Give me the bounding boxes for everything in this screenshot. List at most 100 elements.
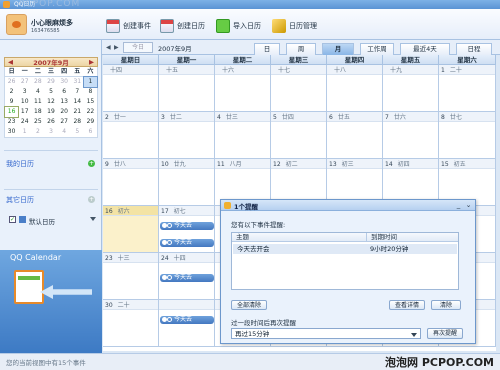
mini-calendar-day[interactable]: 3 [44, 127, 57, 137]
view-detail-button[interactable]: 查看详情 [389, 300, 425, 310]
mini-calendar-day[interactable]: 13 [58, 97, 71, 107]
tab-day[interactable]: 日 [254, 43, 280, 55]
mini-calendar-day[interactable]: 17 [18, 107, 31, 117]
my-calendars-heading[interactable]: 我的日历 [6, 159, 34, 169]
day-cell[interactable]: 9 廿八 [103, 159, 159, 206]
event-bar[interactable]: 今天去 [160, 222, 214, 230]
next-month-icon[interactable]: ▶ [89, 58, 94, 66]
mini-calendar-day[interactable]: 15 [84, 97, 97, 107]
day-cell[interactable]: 23 十三 [103, 253, 159, 300]
mini-calendar-day[interactable]: 24 [18, 117, 31, 127]
prev-period-icon[interactable]: ◀ [106, 44, 111, 51]
snooze-button[interactable]: 再次提醒 [427, 328, 463, 339]
dismiss-button[interactable]: 清除 [431, 300, 461, 310]
tab-month[interactable]: 月 [322, 43, 354, 55]
prev-month-icon[interactable]: ◀ [8, 58, 13, 66]
mini-calendar-day[interactable]: 5 [71, 127, 84, 137]
column-due[interactable]: 到期时间 [366, 233, 458, 242]
mini-calendar-day[interactable]: 3 [18, 87, 31, 97]
calendar-options-icon[interactable] [90, 217, 96, 221]
mini-calendar-day[interactable]: 19 [44, 107, 57, 117]
mini-calendar-day[interactable]: 23 [5, 117, 18, 127]
event-bar[interactable]: 今天去 [160, 316, 214, 324]
next-period-icon[interactable]: ▶ [114, 44, 119, 51]
new-event-button[interactable]: 创建事件 [106, 18, 151, 34]
tab-week[interactable]: 周 [286, 43, 316, 55]
day-cell[interactable]: 30 二十 [103, 300, 159, 347]
day-cell[interactable]: 2 廿一 [103, 112, 159, 159]
collapse-icon[interactable]: ⌄ [464, 201, 473, 210]
mini-calendar-day[interactable]: 25 [31, 117, 44, 127]
mini-calendar-day[interactable]: 2 [5, 87, 18, 97]
mini-calendar-day[interactable]: 27 [18, 77, 31, 87]
mini-calendar-day[interactable]: 31 [71, 77, 84, 87]
event-bar[interactable]: 今天去 [160, 239, 214, 247]
day-cell[interactable]: 十六 [215, 65, 271, 112]
mini-calendar-day[interactable]: 22 [84, 107, 97, 117]
mini-calendar-day[interactable]: 7 [71, 87, 84, 97]
mini-calendar-day[interactable]: 14 [71, 97, 84, 107]
minimize-icon[interactable]: _ [454, 201, 463, 210]
mini-calendar-day[interactable]: 28 [71, 117, 84, 127]
mini-calendar-day[interactable]: 1 [82, 76, 99, 88]
mini-calendar-day[interactable]: 26 [44, 117, 57, 127]
mini-calendar-day[interactable]: 27 [58, 117, 71, 127]
mini-calendar-day[interactable]: 18 [31, 107, 44, 117]
mini-calendar-day[interactable]: 30 [58, 77, 71, 87]
tab-agenda[interactable]: 日程 [456, 43, 492, 55]
mini-calendar-day[interactable]: 6 [84, 127, 97, 137]
day-cell[interactable]: 4 廿三 [215, 112, 271, 159]
event-bar[interactable]: 今天去 [160, 274, 214, 282]
day-cell[interactable]: 8 廿七 [439, 112, 496, 159]
mini-calendar-day[interactable]: 9 [5, 97, 18, 107]
day-cell[interactable]: 十八 [327, 65, 383, 112]
mini-calendar-day[interactable]: 29 [84, 117, 97, 127]
day-cell[interactable]: 十五 [159, 65, 215, 112]
mini-calendar-day[interactable]: 11 [31, 97, 44, 107]
day-cell[interactable]: 1 二十 [439, 65, 496, 112]
mini-calendar-day[interactable]: 26 [5, 77, 18, 87]
mini-calendar-day[interactable]: 2 [31, 127, 44, 137]
mini-calendar-day[interactable]: 21 [71, 107, 84, 117]
mini-calendar-day[interactable]: 6 [58, 87, 71, 97]
mini-calendar-day[interactable]: 1 [18, 127, 31, 137]
add-other-calendar-icon[interactable]: + [88, 196, 95, 203]
mini-calendar-day[interactable]: 16 [3, 106, 20, 118]
mini-calendar-day[interactable]: 29 [44, 77, 57, 87]
other-calendars-heading[interactable]: 其它日历 [6, 195, 34, 205]
day-cell[interactable]: 10 廿九 [159, 159, 215, 206]
mini-calendar-day[interactable]: 30 [5, 127, 18, 137]
day-cell[interactable]: 十七 [271, 65, 327, 112]
dialog-titlebar[interactable]: 1个提醒 _ ⌄ [221, 200, 475, 211]
dismiss-all-button[interactable]: 全部清除 [231, 300, 267, 310]
avatar[interactable] [6, 14, 27, 35]
tab-work-week[interactable]: 工作周 [360, 43, 394, 55]
today-button[interactable]: 今日 [123, 42, 153, 53]
default-calendar-label[interactable]: 默认日历 [29, 216, 55, 226]
day-cell[interactable]: 6 廿五 [327, 112, 383, 159]
mini-calendar-day[interactable]: 20 [58, 107, 71, 117]
mini-calendar-day[interactable]: 12 [44, 97, 57, 107]
snooze-select[interactable]: 再过15分钟 [231, 328, 421, 339]
mini-calendar-day[interactable]: 8 [84, 87, 97, 97]
day-cell[interactable]: 7 廿六 [383, 112, 439, 159]
add-calendar-icon[interactable]: + [88, 160, 95, 167]
table-row[interactable]: 今天去开会 9小时20分钟 [233, 244, 457, 254]
mini-calendar-day[interactable]: 4 [58, 127, 71, 137]
day-cell[interactable]: 十四 [103, 65, 159, 112]
day-cell[interactable]: 16 初六 [103, 206, 159, 253]
mini-calendar-day[interactable]: 28 [31, 77, 44, 87]
column-subject[interactable]: 主题 [232, 233, 366, 242]
manage-calendar-button[interactable]: 日历管理 [272, 18, 317, 34]
day-cell[interactable]: 3 廿二 [159, 112, 215, 159]
new-calendar-button[interactable]: 创建日历 [160, 18, 205, 34]
mini-calendar-day[interactable]: 10 [18, 97, 31, 107]
day-cell[interactable]: 十九 [383, 65, 439, 112]
mini-calendar-day[interactable]: 4 [31, 87, 44, 97]
mini-calendar-day[interactable]: 5 [44, 87, 57, 97]
tab-recent-4-days[interactable]: 最近4天 [400, 43, 450, 55]
import-calendar-button[interactable]: 导入日历 [216, 18, 261, 34]
day-cell[interactable]: 5 廿四 [271, 112, 327, 159]
default-calendar-checkbox[interactable]: ✓ [9, 216, 16, 223]
chevron-down-icon[interactable] [411, 333, 417, 337]
